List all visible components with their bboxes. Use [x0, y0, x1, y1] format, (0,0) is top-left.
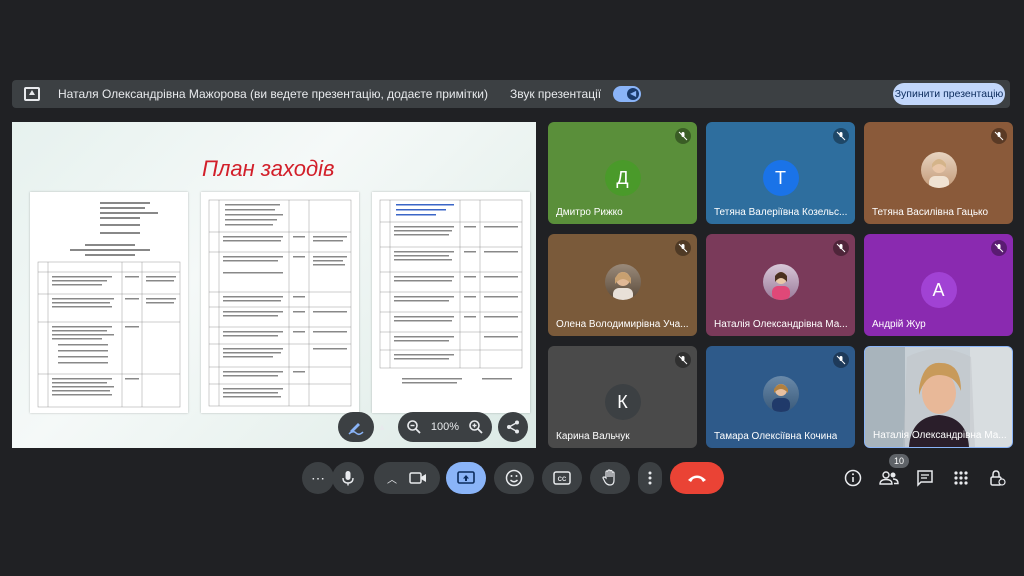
participant-name: Наталія Олександрівна Ма... [873, 430, 1007, 441]
zoom-out-icon[interactable] [406, 419, 422, 435]
microphone-button[interactable] [332, 462, 364, 494]
avatar-photo [762, 376, 799, 412]
chevron-up-icon[interactable]: ︿ [387, 471, 397, 486]
annotate-button[interactable] [338, 412, 374, 442]
stop-presenting-button[interactable]: Зупинити презентацію [893, 83, 1005, 105]
captions-button[interactable]: CC [542, 462, 582, 494]
avatar-photo [604, 264, 641, 300]
lock-icon [990, 470, 1006, 486]
muted-mic-icon [991, 128, 1007, 144]
document-page-2-content [208, 199, 352, 407]
participant-tile[interactable]: Тамара Олексіївна Кочина [706, 346, 855, 448]
muted-mic-icon [675, 352, 691, 368]
present-icon [24, 87, 40, 101]
zoom-controls: 100% [398, 412, 492, 442]
participant-tile[interactable]: Олена Володимирівна Уча... [548, 234, 697, 336]
chat-icon [917, 470, 933, 487]
avatar: Д [604, 160, 641, 196]
participant-tile[interactable]: Д Дмитро Рижко [548, 122, 697, 224]
more-horizontal-icon: ⋯ [311, 469, 325, 486]
avatar: К [604, 384, 641, 420]
people-button[interactable] [879, 468, 899, 488]
host-controls-button[interactable] [987, 468, 1007, 488]
sound-toggle[interactable]: ◀ [613, 86, 642, 102]
pen-icon [348, 423, 364, 436]
camera-button[interactable]: ︿ [374, 462, 440, 494]
muted-mic-icon [675, 128, 691, 144]
participant-name: Тетяна Валеріївна Козельс... [714, 207, 848, 218]
document-page-1-content [37, 202, 181, 408]
document-page-1 [30, 192, 188, 413]
annotate-options-caret-icon[interactable]: ▲ [374, 418, 390, 436]
raise-hand-button[interactable] [590, 462, 630, 494]
zoom-in-icon[interactable] [468, 419, 484, 435]
participant-tile[interactable]: Наталія Олександрівна Ма... [706, 234, 855, 336]
activities-button[interactable] [951, 468, 971, 488]
present-screen-button[interactable] [446, 462, 486, 494]
avatar: А [920, 272, 957, 308]
muted-mic-icon [833, 352, 849, 368]
presenting-bar: Наталя Олександрівна Мажорова (ви ведете… [12, 80, 1010, 108]
participant-name: Наталія Олександрівна Ма... [714, 319, 848, 330]
people-icon [879, 471, 899, 485]
participants-count-badge: 10 [889, 454, 909, 468]
end-call-icon [688, 475, 706, 482]
apps-icon [954, 471, 968, 485]
participant-name: Олена Володимирівна Уча... [556, 319, 689, 330]
muted-mic-icon [991, 240, 1007, 256]
camera-icon [409, 472, 426, 484]
captions-icon: CC [553, 471, 571, 485]
muted-mic-icon [675, 240, 691, 256]
participant-tile[interactable]: Тетяна Василівна Гацько [864, 122, 1013, 224]
participant-name: Андрій Жур [872, 319, 926, 330]
more-icon [648, 471, 652, 485]
participant-tile[interactable]: К Карина Вальчук [548, 346, 697, 448]
document-page-3 [372, 192, 530, 413]
document-page-3-content [379, 199, 523, 384]
participant-name: Тетяна Василівна Гацько [872, 207, 989, 218]
emoji-icon [505, 469, 523, 487]
svg-text:CC: CC [558, 477, 567, 483]
share-link-button[interactable] [498, 412, 528, 442]
shared-screen: План заходів [12, 122, 536, 448]
participant-tile[interactable]: А Андрій Жур [864, 234, 1013, 336]
participant-name: Дмитро Рижко [556, 207, 623, 218]
participant-name: Тамара Олексіївна Кочина [714, 431, 838, 442]
more-options-button[interactable] [638, 462, 662, 494]
more-options-left-button[interactable]: ⋯ [302, 462, 334, 494]
speaker-icon: ◀ [627, 88, 640, 100]
present-screen-icon [457, 471, 475, 484]
muted-mic-icon [833, 240, 849, 256]
presenter-text: Наталя Олександрівна Мажорова (ви ведете… [58, 87, 488, 101]
muted-mic-icon [833, 128, 849, 144]
slide-title: План заходів [202, 156, 335, 181]
mic-icon [342, 471, 354, 486]
sound-label: Звук презентації [509, 87, 602, 101]
meeting-stage: Наталя Олександрівна Мажорова (ви ведете… [0, 0, 1024, 576]
leave-call-button[interactable] [670, 462, 724, 494]
document-page-2 [201, 192, 359, 413]
avatar-photo [762, 264, 799, 300]
chat-button[interactable] [915, 468, 935, 488]
hand-icon [602, 469, 615, 486]
participant-tile-self[interactable]: Наталія Олександрівна Ма... [864, 346, 1013, 448]
avatar: Т [762, 160, 799, 196]
avatar-photo [920, 152, 957, 188]
share-icon [507, 420, 519, 434]
zoom-level: 100% [430, 421, 460, 433]
reactions-button[interactable] [494, 462, 534, 494]
info-icon [844, 469, 862, 487]
meeting-details-button[interactable] [843, 468, 863, 488]
participant-name: Карина Вальчук [556, 431, 630, 442]
participant-tile[interactable]: Т Тетяна Валеріївна Козельс... [706, 122, 855, 224]
